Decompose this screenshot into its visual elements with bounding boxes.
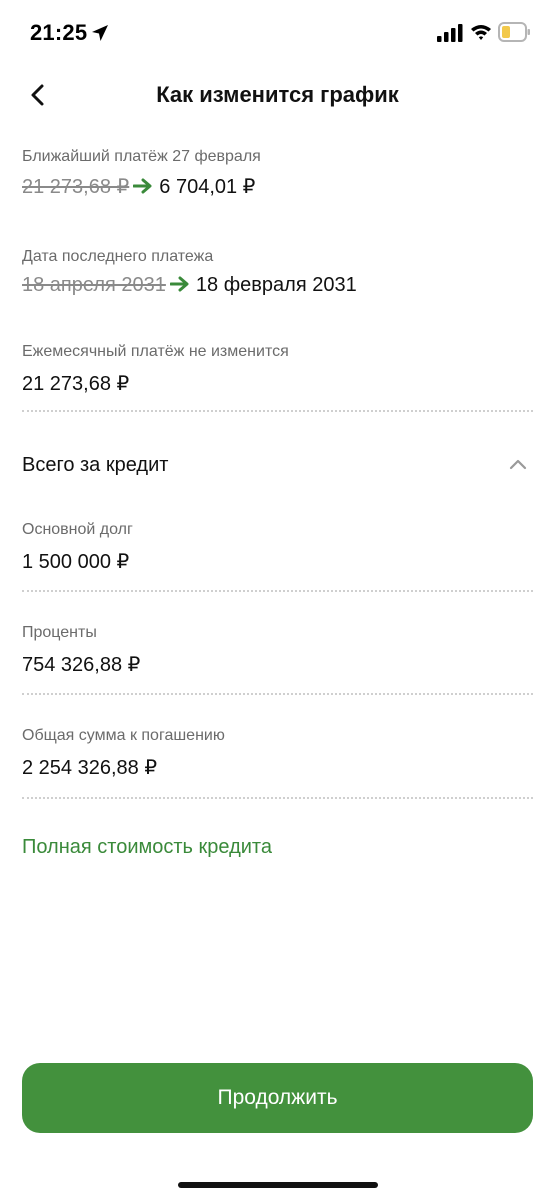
- last-payment-new-value: 18 февраля 2031: [195, 274, 357, 296]
- principal-value: 1 500 000 ₽: [22, 551, 130, 573]
- home-indicator: [178, 1182, 378, 1188]
- monthly-payment-value: 21 273,68 ₽: [22, 373, 130, 395]
- divider: [22, 797, 533, 799]
- header: Как изменится график: [0, 70, 555, 120]
- chevron-up-icon: [509, 459, 527, 470]
- arrow-right-icon: [169, 276, 189, 292]
- monthly-payment-label: Ежемесячный платёж не изменится: [22, 343, 289, 360]
- arrow-right-icon: [133, 178, 152, 194]
- wifi-icon: [471, 25, 491, 40]
- full-cost-link[interactable]: Полная стоимость кредита: [22, 836, 272, 859]
- principal-section: Основной долг 1 500 000 ₽: [22, 521, 533, 574]
- total-sum-label: Общая сумма к погашению: [22, 727, 225, 744]
- interest-value: 754 326,88 ₽: [22, 654, 141, 676]
- next-payment-change: 21 273,68 ₽ 6 704,01 ₽: [22, 174, 533, 199]
- status-time: 21:25: [30, 20, 88, 45]
- interest-section: Проценты 754 326,88 ₽: [22, 624, 533, 677]
- last-payment-label: Дата последнего платежа: [22, 248, 214, 265]
- cellular-signal-icon: [437, 24, 463, 42]
- continue-button[interactable]: Продолжить: [22, 1063, 533, 1133]
- divider: [22, 590, 533, 592]
- status-bar: 21:25: [0, 0, 555, 66]
- monthly-payment-section: Ежемесячный платёж не изменится 21 273,6…: [22, 343, 533, 396]
- battery-icon: [498, 22, 530, 42]
- total-sum-section: Общая сумма к погашению 2 254 326,88 ₽: [22, 727, 533, 780]
- page-title: Как изменится график: [156, 82, 399, 107]
- interest-label: Проценты: [22, 624, 97, 641]
- principal-label: Основной долг: [22, 521, 133, 538]
- last-payment-change: 18 апреля 2031 18 февраля 2031: [22, 274, 533, 297]
- next-payment-section: Ближайший платёж 27 февраля 21 273,68 ₽ 6…: [22, 148, 533, 199]
- next-payment-new-value: 6 704,01 ₽: [159, 176, 256, 198]
- divider: [22, 693, 533, 695]
- total-section-toggle[interactable]: Всего за кредит: [22, 450, 533, 480]
- last-payment-old-value: 18 апреля 2031: [22, 274, 166, 296]
- total-sum-value: 2 254 326,88 ₽: [22, 757, 158, 779]
- location-arrow-icon: [92, 25, 108, 41]
- next-payment-label: Ближайший платёж 27 февраля: [22, 148, 261, 165]
- last-payment-section: Дата последнего платежа 18 апреля 2031 18…: [22, 248, 533, 297]
- next-payment-old-value: 21 273,68 ₽: [22, 176, 130, 198]
- divider: [22, 410, 533, 412]
- total-section-title: Всего за кредит: [22, 454, 169, 476]
